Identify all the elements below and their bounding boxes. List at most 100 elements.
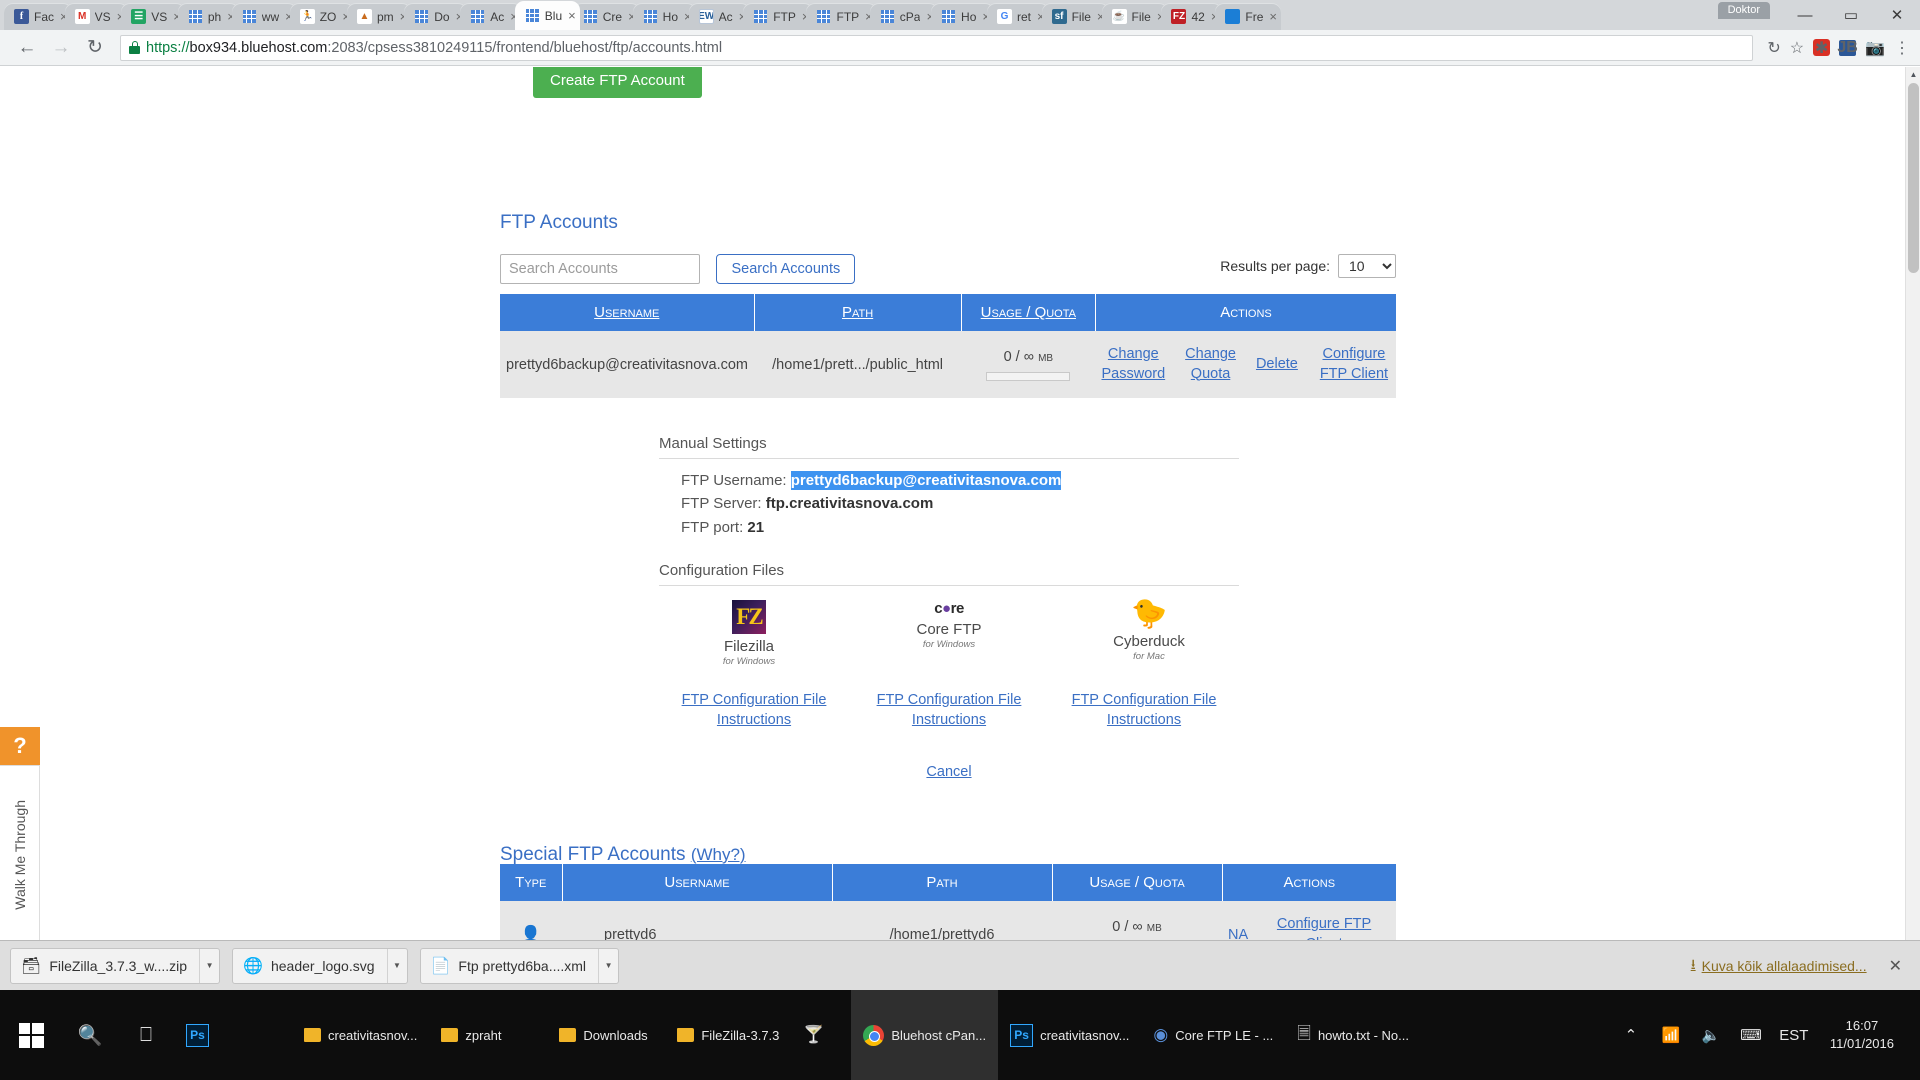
sync-icon[interactable]: ↻ (1767, 38, 1780, 58)
close-window-button[interactable]: ✕ (1874, 0, 1920, 30)
browser-tab[interactable]: Ho × (632, 3, 696, 30)
reload-button[interactable]: ↻ (78, 33, 112, 63)
browser-tab[interactable]: G ret × (986, 3, 1049, 30)
column-header-path[interactable]: Path (754, 294, 962, 331)
scrollbar-thumb[interactable] (1908, 83, 1919, 273)
browser-tab[interactable]: ☰ VS × (121, 3, 185, 30)
maximize-button[interactable]: ▭ (1828, 0, 1874, 30)
network-icon[interactable]: 📶 (1652, 1026, 1690, 1044)
minimize-button[interactable]: — (1782, 0, 1828, 30)
taskbar-app-photoshop[interactable]: Ps (174, 990, 292, 1080)
delete-link[interactable]: Delete (1256, 355, 1298, 375)
chevron-down-icon[interactable]: ▼ (598, 948, 618, 983)
tray-expand-icon[interactable]: ⌃ (1612, 1026, 1650, 1044)
star-icon[interactable]: ☆ (1790, 38, 1804, 58)
download-item[interactable]: 📄 Ftp prettyd6ba....xml ▼ (419, 947, 620, 984)
task-view-icon[interactable]: ⎕ (118, 990, 174, 1080)
extension-red-icon[interactable]: ✱ (1813, 39, 1831, 57)
change-quota-link[interactable]: Change Quota (1185, 345, 1236, 384)
browser-tab[interactable]: ww × (231, 3, 297, 30)
tab-close-icon[interactable]: × (1269, 10, 1277, 23)
browser-tab[interactable]: Fre × (1215, 3, 1281, 30)
screenshot-icon[interactable]: 📷 (1865, 38, 1885, 58)
java-icon: ☕ (1111, 9, 1127, 24)
chevron-down-icon[interactable]: ▼ (199, 948, 219, 983)
profile-badge[interactable]: Doktor (1717, 2, 1770, 19)
usage-value: 0 / ∞ (1112, 918, 1143, 935)
menu-icon[interactable]: ⋮ (1894, 38, 1910, 58)
taskbar-app-coreftp[interactable]: ◉ Core FTP LE - ... (1141, 990, 1285, 1080)
back-button[interactable]: ← (10, 33, 44, 63)
configure-ftp-client-link[interactable]: Configure FTP Client (1318, 345, 1390, 384)
browser-tab[interactable]: Ho × (931, 3, 994, 30)
ftp-client-cyberduck[interactable]: 🐤 Cyberduck for Mac (1059, 600, 1239, 667)
browser-tab[interactable]: M VS × (64, 3, 129, 30)
clock[interactable]: 16:07 11/01/2016 (1818, 1017, 1906, 1052)
start-button[interactable] (0, 990, 62, 1080)
coreftp-instructions-link[interactable]: FTP Configuration File Instructions (854, 691, 1044, 730)
chevron-down-icon[interactable]: ▼ (386, 948, 407, 983)
browser-tab[interactable]: cPa × (869, 3, 939, 30)
help-icon[interactable]: ? (0, 727, 40, 765)
ftp-client-filezilla[interactable]: FZ Filezilla for Windows (659, 600, 839, 667)
browser-tab[interactable]: FTP × (743, 3, 814, 30)
sort-path-link[interactable]: Path (842, 304, 873, 321)
keyboard-icon[interactable]: ⌨ (1732, 1026, 1770, 1044)
browser-tab[interactable]: Cre × (572, 3, 640, 30)
tab-close-icon[interactable]: × (568, 9, 576, 22)
browser-tab-active[interactable]: Blu × (514, 1, 580, 30)
taskbar-app-notepad[interactable]: 🗏 howto.txt - No... (1285, 990, 1421, 1080)
scroll-up-icon[interactable]: ▲ (1906, 67, 1920, 82)
tab-title: pm (376, 9, 394, 24)
browser-tab[interactable]: Ac × (460, 3, 522, 30)
taskbar-app-filezilla-folder[interactable]: FileZilla-3.7.3 (665, 990, 791, 1080)
taskbar-app-creativitasnova-folder[interactable]: creativitasnov... (292, 990, 429, 1080)
browser-tab[interactable]: ▲ pm × (346, 3, 412, 30)
page-scrollbar[interactable]: ▲ ▼ (1905, 67, 1920, 970)
create-ftp-account-button[interactable]: Create FTP Account (533, 67, 702, 98)
results-per-page-select[interactable]: 10 (1338, 254, 1396, 278)
browser-tab[interactable]: f Fac × (4, 3, 72, 30)
browser-tab[interactable]: FTP × (806, 3, 877, 30)
column-header-usage-quota[interactable]: Usage / Quota (961, 294, 1096, 331)
change-password-link[interactable]: Change Password (1101, 345, 1165, 384)
taskbar-app-handbrake[interactable]: 🍸 (791, 990, 851, 1080)
search-accounts-button[interactable]: Search Accounts (716, 254, 856, 284)
sort-usage-link[interactable]: Usage / Quota (981, 304, 1076, 321)
search-icon[interactable]: 🔍 (62, 990, 118, 1080)
language-indicator[interactable]: EST (1772, 1027, 1816, 1044)
taskbar-app-zpraht[interactable]: zpraht (429, 990, 547, 1080)
why-link[interactable]: (Why?) (691, 845, 746, 864)
taskbar-app-downloads[interactable]: Downloads (547, 990, 665, 1080)
tab-title: Ho (961, 9, 977, 24)
browser-tab[interactable]: EW Ac × (688, 3, 751, 30)
show-all-downloads-link[interactable]: ⭳ Kuva kõik allalaadimised... (1691, 954, 1867, 978)
close-shelf-button[interactable]: ✕ (1889, 956, 1902, 976)
forward-button[interactable]: → (44, 33, 78, 63)
column-header-username[interactable]: Username (500, 294, 755, 331)
cancel-link[interactable]: Cancel (926, 764, 971, 780)
extension-blue-icon[interactable]: JB (1837, 39, 1858, 56)
walk-me-through-tab[interactable]: ? Walk Me Through (0, 727, 40, 945)
browser-tab[interactable]: 🏃 ZO × (289, 3, 354, 30)
sort-username-link[interactable]: Username (594, 304, 659, 321)
results-per-page: Results per page: 10 (1220, 254, 1396, 278)
ftp-username-label: FTP Username: (681, 472, 787, 489)
search-input[interactable] (500, 254, 700, 284)
taskbar-app-chrome[interactable]: Bluehost cPan... (851, 990, 999, 1080)
walk-me-through-label-wrap[interactable]: Walk Me Through (0, 765, 40, 945)
ftp-client-coreftp[interactable]: c●re Core FTP for Windows (859, 600, 1039, 667)
browser-tab[interactable]: sf File × (1041, 3, 1109, 30)
browser-tab[interactable]: FZ 42 × (1161, 3, 1223, 30)
browser-tab[interactable]: ☕ File × (1101, 3, 1169, 30)
cyberduck-instructions-link[interactable]: FTP Configuration File Instructions (1049, 691, 1239, 730)
browser-tab[interactable]: Do × (404, 3, 468, 30)
download-item[interactable]: 🌐 header_logo.svg ▼ (232, 947, 408, 984)
browser-tab[interactable]: ph × (177, 3, 239, 30)
address-bar[interactable]: https://box934.bluehost.com:2083/cpsess3… (120, 34, 1754, 61)
ftp-username-value[interactable]: prettyd6backup@creativitasnova.com (790, 471, 1062, 490)
volume-icon[interactable]: 🔈 (1692, 1026, 1730, 1044)
filezilla-instructions-link[interactable]: FTP Configuration File Instructions (659, 691, 849, 730)
download-item[interactable]: 🗃 FileZilla_3.7.3_w....zip ▼ (10, 947, 221, 984)
taskbar-app-photoshop-doc[interactable]: Ps creativitasnov... (998, 990, 1141, 1080)
